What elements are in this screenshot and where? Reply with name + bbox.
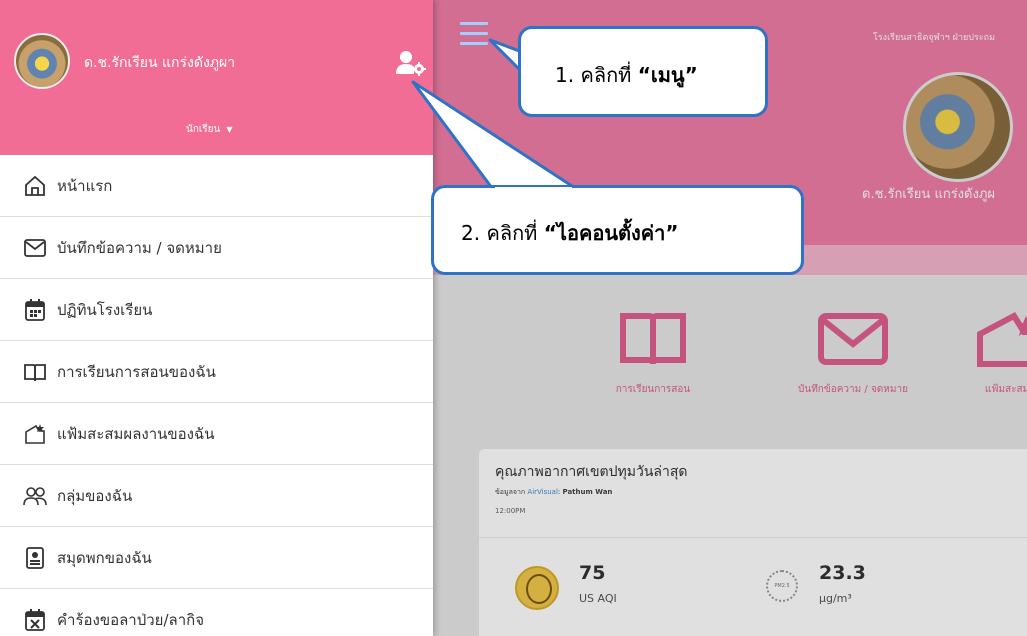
- menu-icon-bar: [460, 22, 488, 25]
- caret-down-icon: ▼: [226, 125, 233, 134]
- home-icon: [23, 174, 47, 198]
- menu-item-label: กลุ่มของฉัน: [57, 486, 133, 505]
- menu-item-groups[interactable]: กลุ่มของฉัน: [0, 465, 433, 527]
- menu-item-label: หน้าแรก: [57, 176, 113, 195]
- menu-item-label: ปฏิทินโรงเรียน: [57, 300, 153, 319]
- id-card-icon: [23, 546, 47, 570]
- calendar-x-icon: [23, 608, 47, 632]
- callout-prefix: 1. คลิกที่: [555, 63, 638, 87]
- callout-prefix: 2. คลิกที่: [461, 221, 544, 245]
- calendar-icon: [23, 298, 47, 322]
- instruction-callout-settings: 2. คลิกที่ “ไอคอนตั้งค่า”: [431, 185, 804, 275]
- user-settings-button[interactable]: [395, 50, 427, 76]
- portfolio-icon: [23, 422, 47, 446]
- menu-item-record-book[interactable]: สมุดพกของฉัน: [0, 527, 433, 589]
- group-icon: [23, 484, 47, 508]
- menu-item-portfolio[interactable]: แฟ้มสะสมผลงานของฉัน: [0, 403, 433, 465]
- menu-item-messages[interactable]: บันทึกข้อความ / จดหมาย: [0, 217, 433, 279]
- menu-item-label: การเรียนการสอนของฉัน: [57, 362, 216, 381]
- user-gear-icon: [396, 51, 426, 76]
- menu-item-my-learning[interactable]: การเรียนการสอนของฉัน: [0, 341, 433, 403]
- callout-target: “ไอคอนตั้งค่า”: [543, 221, 679, 245]
- book-icon: [23, 360, 47, 384]
- user-name: ด.ช.รักเรียน แกร่งดังภูผา: [84, 55, 236, 71]
- menu-icon-bar: [460, 42, 488, 45]
- menu-item-home[interactable]: หน้าแรก: [0, 155, 433, 217]
- envelope-icon: [23, 236, 47, 260]
- menu-item-label: บันทึกข้อความ / จดหมาย: [57, 238, 222, 257]
- callout-text: 1. คลิกที่ “เมนู”: [555, 59, 698, 91]
- menu-item-calendar[interactable]: ปฏิทินโรงเรียน: [0, 279, 433, 341]
- instruction-callout-menu: 1. คลิกที่ “เมนู”: [518, 26, 768, 117]
- callout-target: “เมนู”: [637, 63, 698, 87]
- avatar[interactable]: [14, 33, 70, 89]
- role-dropdown[interactable]: นักเรียน ▼: [186, 122, 233, 137]
- menu-item-label: แฟ้มสะสมผลงานของฉัน: [57, 424, 215, 443]
- menu-item-label: สมุดพกของฉัน: [57, 548, 152, 567]
- drawer-header: ด.ช.รักเรียน แกร่งดังภูผา นักเรียน ▼: [0, 0, 433, 155]
- menu-button[interactable]: [460, 22, 488, 48]
- menu-icon-bar: [460, 32, 488, 35]
- role-label: นักเรียน: [186, 124, 221, 135]
- callout-text: 2. คลิกที่ “ไอคอนตั้งค่า”: [461, 217, 679, 249]
- side-drawer: ด.ช.รักเรียน แกร่งดังภูผา นักเรียน ▼ หน้า…: [0, 0, 433, 636]
- menu-item-label: คำร้องขอลาป่วย/ลากิจ: [57, 610, 204, 629]
- drawer-menu: หน้าแรก บันทึกข้อความ / จดหมาย ปฏิทินโรง…: [0, 155, 433, 636]
- menu-item-leave-request[interactable]: คำร้องขอลาป่วย/ลากิจ: [0, 589, 433, 636]
